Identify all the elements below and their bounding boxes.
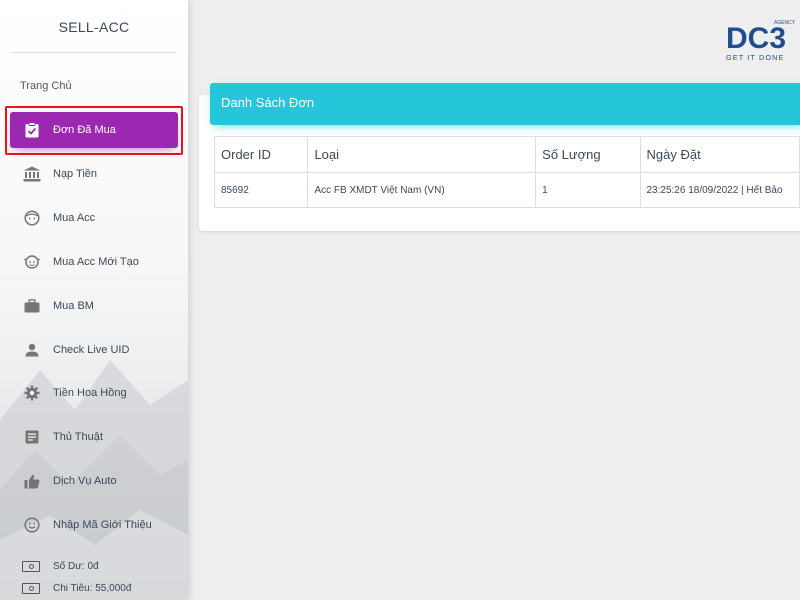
home-link[interactable]: Trang Chủ xyxy=(20,80,72,92)
smiley-icon xyxy=(22,515,42,535)
cell-type: Acc FB XMDT Việt Nam (VN) xyxy=(307,172,537,208)
sidebar-item-label: Tiền Hoa Hồng xyxy=(53,387,127,399)
bank-icon xyxy=(22,164,42,184)
sidebar-item-label: Mua Acc Mới Tạo xyxy=(53,256,139,268)
column-header-order-date: Ngày Đặt xyxy=(639,136,800,173)
gear-icon xyxy=(22,383,42,403)
column-header-type: Loại xyxy=(307,136,537,173)
balance-row: Số Dư: 0đ xyxy=(22,561,99,572)
table-row[interactable]: 85692 Acc FB XMDT Việt Nam (VN) 1 23:25:… xyxy=(213,172,800,208)
orders-card-header: Danh Sách Đơn xyxy=(210,83,800,125)
logo-mark: DC3 xyxy=(726,22,786,55)
sidebar-item-check-uid[interactable]: Check Live UID xyxy=(10,332,178,368)
spent-row: Chi Tiêu: 55,000đ xyxy=(22,583,131,594)
sidebar-item-buy-bm[interactable]: Mua BM xyxy=(10,288,178,324)
sidebar-item-tips[interactable]: Thủ Thuật xyxy=(10,419,178,455)
sidebar-item-commission[interactable]: Tiền Hoa Hồng xyxy=(10,375,178,411)
spent-text: Chi Tiêu: 55,000đ xyxy=(53,583,132,594)
person-icon xyxy=(22,340,42,360)
sidebar-item-deposit[interactable]: Nạp Tiền xyxy=(10,156,178,192)
sidebar-item-buy-new-acc[interactable]: Mua Acc Mới Tạo xyxy=(10,244,178,280)
sidebar-item-referral[interactable]: Nhập Mã Giới Thiệu xyxy=(10,507,178,543)
sidebar-item-label: Nạp Tiền xyxy=(53,168,98,180)
sidebar-item-buy-acc[interactable]: Mua Acc xyxy=(10,200,178,236)
logo-superscript: AGENCY xyxy=(774,20,796,26)
sidebar-item-label: Thủ Thuật xyxy=(53,431,103,443)
sidebar-item-label: Mua BM xyxy=(53,300,94,312)
money-icon xyxy=(22,583,40,594)
sidebar: SELL-ACC Trang Chủ Đơn Đã Mua Nạp Tiền M… xyxy=(0,0,188,600)
brand-title[interactable]: SELL-ACC xyxy=(0,19,188,35)
column-header-quantity: Số Lượng xyxy=(535,136,641,173)
cell-order-date: 23:25:26 18/09/2022 | Hết Bảo xyxy=(639,172,800,208)
brand-divider xyxy=(12,52,176,53)
column-header-order-id: Order ID xyxy=(213,136,309,173)
sidebar-item-label: Nhập Mã Giới Thiệu xyxy=(53,519,152,531)
sidebar-item-auto-service[interactable]: Dịch Vụ Auto xyxy=(10,463,178,499)
sidebar-item-label: Check Live UID xyxy=(53,344,130,356)
orders-table: Order ID Loại Số Lượng Ngày Đặt 85692 Ac… xyxy=(213,136,800,208)
agency-logo: DC3 AGENCY GET IT DONE xyxy=(726,20,796,62)
thumb-up-icon xyxy=(22,471,42,491)
logo-tagline: GET IT DONE xyxy=(726,53,784,62)
cell-quantity: 1 xyxy=(535,172,641,208)
sidebar-item-label: Mua Acc xyxy=(53,212,96,224)
face-icon xyxy=(22,208,42,228)
sidebar-item-label: Dịch Vụ Auto xyxy=(53,475,117,487)
highlight-box xyxy=(5,106,183,155)
briefcase-icon xyxy=(22,296,42,316)
cell-order-id: 85692 xyxy=(213,172,309,208)
article-icon xyxy=(22,427,42,447)
balance-text: Số Dư: 0đ xyxy=(53,561,99,572)
face-new-icon xyxy=(22,252,42,272)
money-icon xyxy=(22,561,40,572)
orders-card-title: Danh Sách Đơn xyxy=(221,95,315,110)
table-header-row: Order ID Loại Số Lượng Ngày Đặt xyxy=(213,136,800,173)
